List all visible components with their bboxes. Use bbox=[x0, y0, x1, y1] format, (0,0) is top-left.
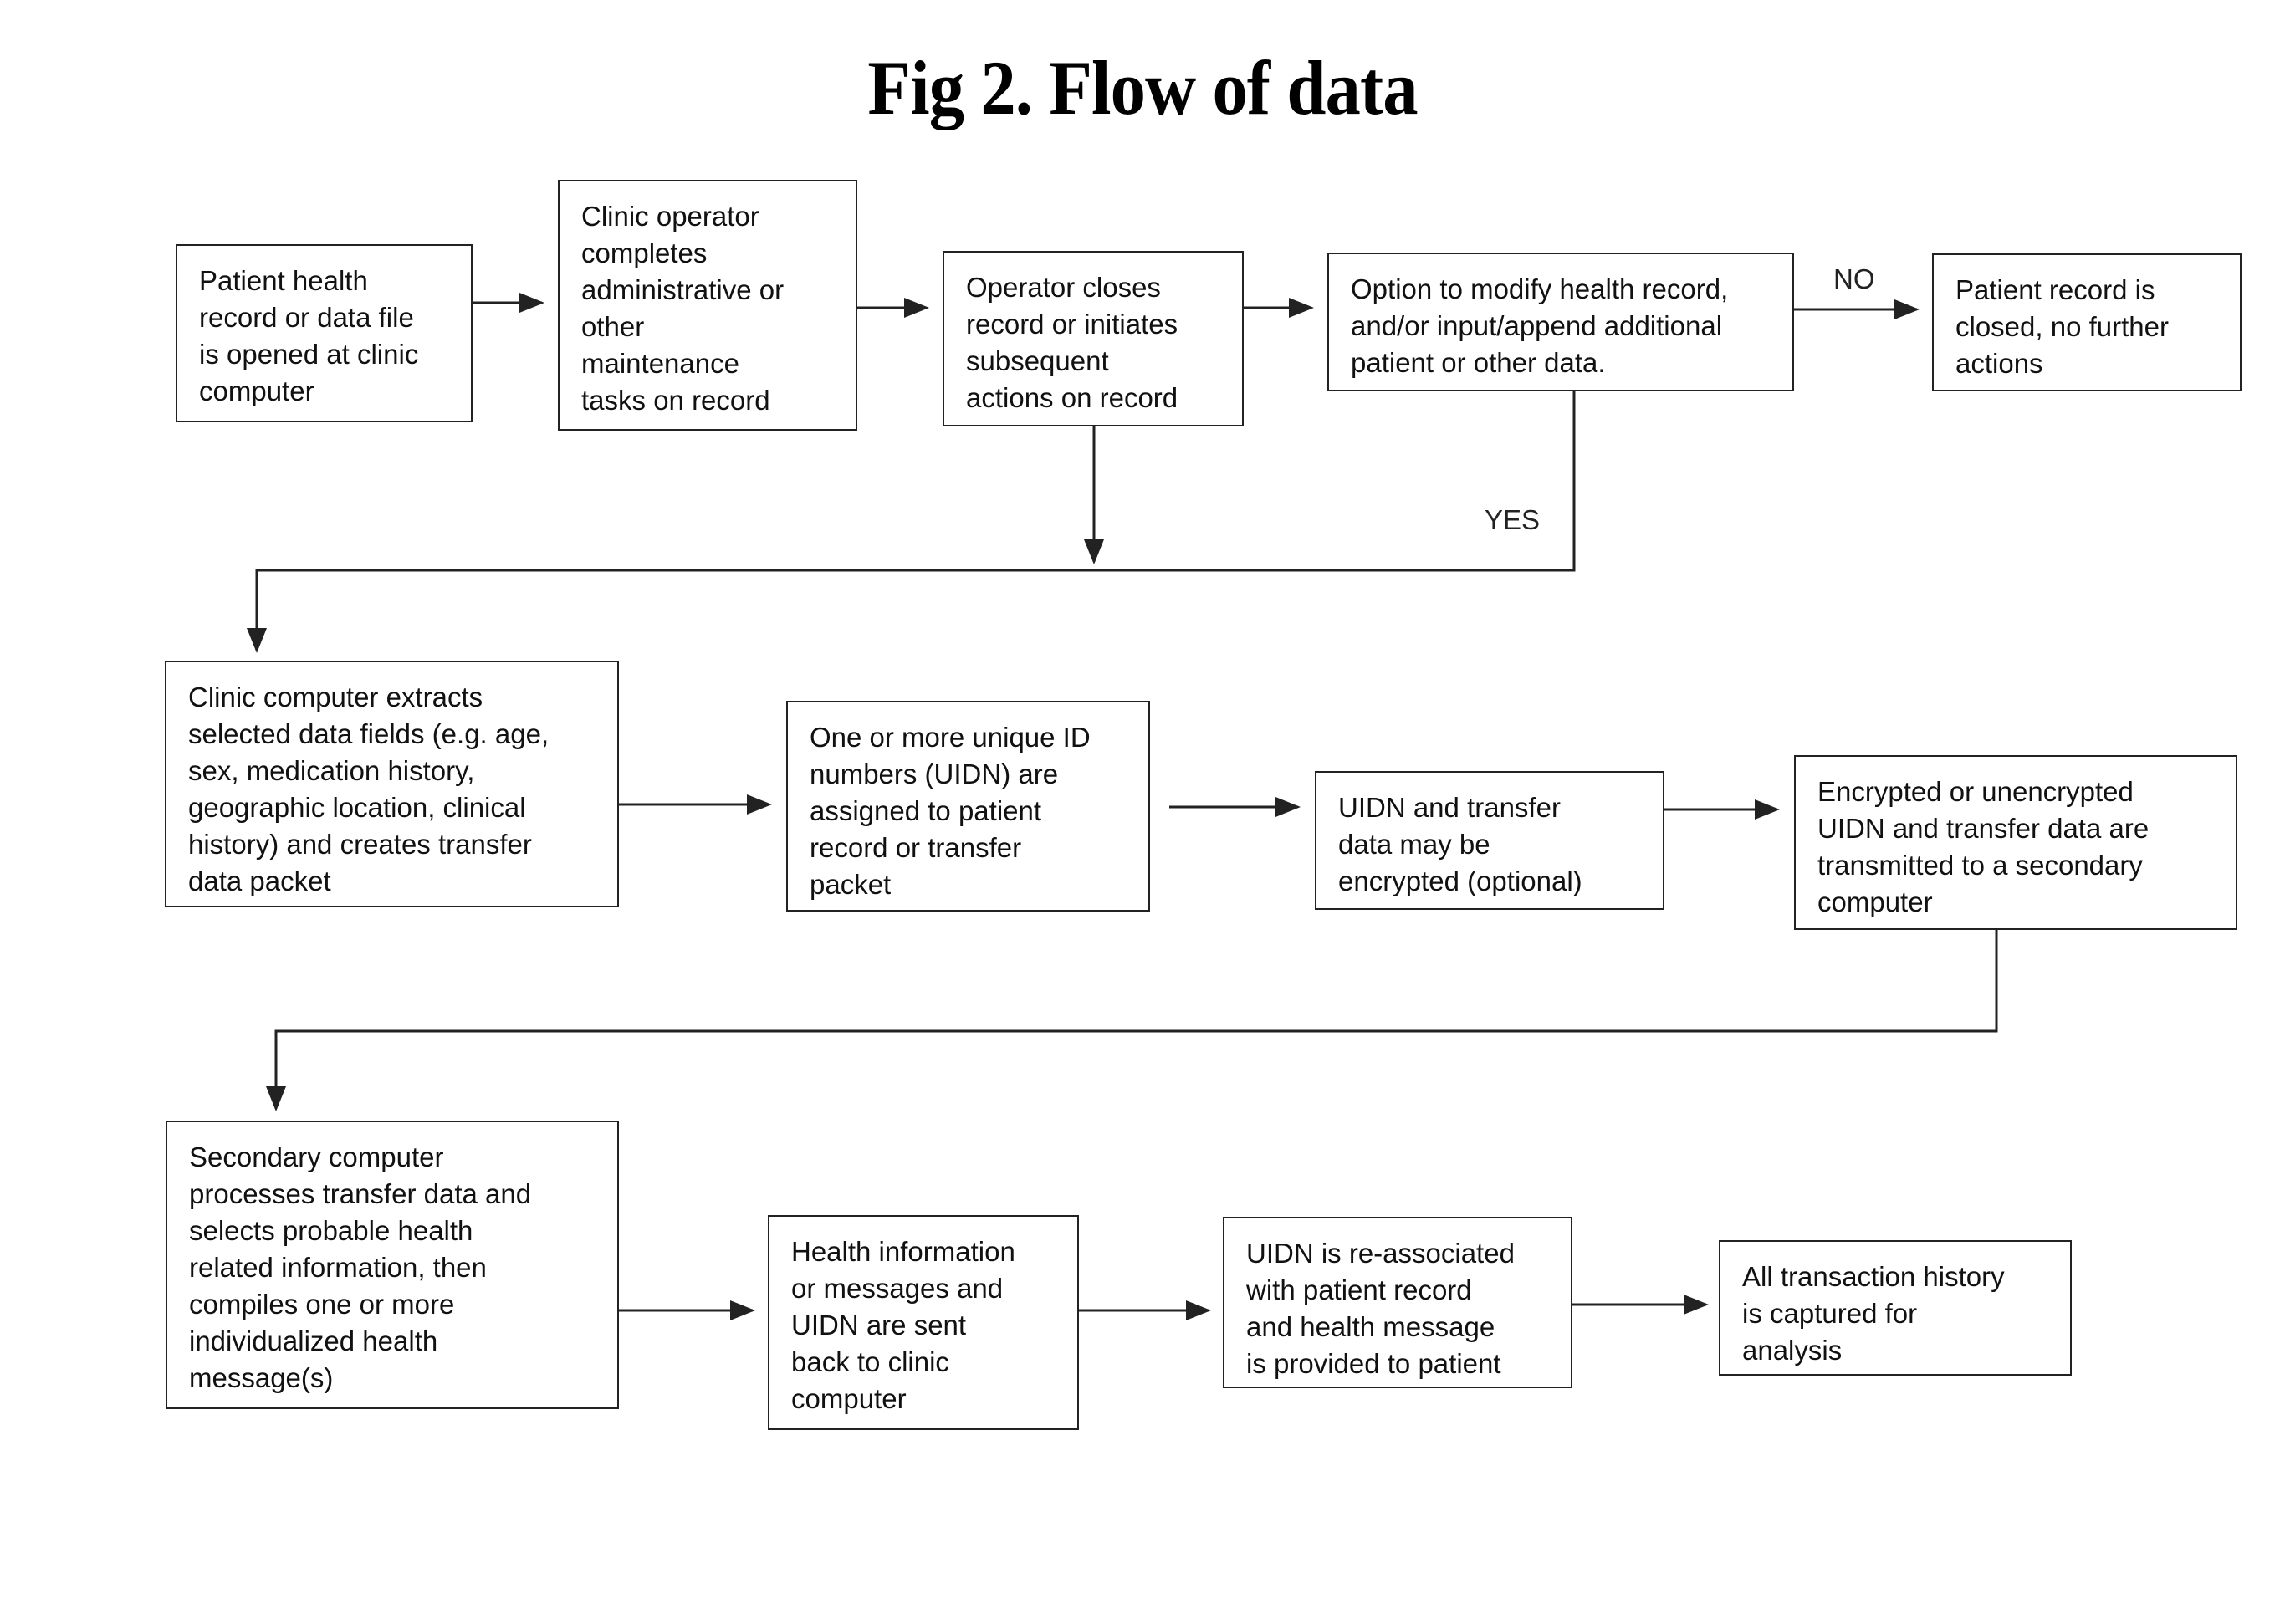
node-text: Option to modify health record, and/or i… bbox=[1351, 273, 1729, 378]
node-extract-fields: Clinic computer extracts selected data f… bbox=[165, 661, 619, 907]
edge-label-no: NO bbox=[1833, 263, 1875, 294]
edge-n4-yes bbox=[247, 391, 1576, 653]
node-text: Secondary computer processes transfer da… bbox=[189, 1141, 532, 1393]
edge-n9-n10 bbox=[266, 930, 1998, 1111]
node-open-record: Patient health record or data file is op… bbox=[176, 244, 473, 422]
node-text: One or more unique ID numbers (UIDN) are… bbox=[810, 722, 1091, 900]
edge-label-yes: YES bbox=[1485, 504, 1541, 535]
node-text: All transaction history is captured for … bbox=[1742, 1261, 2005, 1366]
node-option-modify: Option to modify health record, and/or i… bbox=[1327, 253, 1794, 391]
node-history-captured: All transaction history is captured for … bbox=[1719, 1240, 2072, 1376]
node-text: Patient health record or data file is op… bbox=[199, 265, 419, 406]
node-send-back: Health information or messages and UIDN … bbox=[768, 1215, 1079, 1430]
node-operator-closes: Operator closes record or initiates subs… bbox=[943, 251, 1244, 426]
node-text: UIDN is re-associated with patient recor… bbox=[1246, 1238, 1515, 1379]
node-text: Patient record is closed, no further act… bbox=[1955, 274, 2169, 379]
node-operator-tasks: Clinic operator completes administrative… bbox=[558, 180, 857, 431]
node-assign-uidn: One or more unique ID numbers (UIDN) are… bbox=[786, 701, 1150, 912]
node-text: Encrypted or unencrypted UIDN and transf… bbox=[1817, 776, 2150, 917]
node-encrypt-optional: UIDN and transfer data may be encrypted … bbox=[1315, 771, 1664, 910]
node-text: Clinic computer extracts selected data f… bbox=[188, 682, 550, 896]
node-transmit-secondary: Encrypted or unencrypted UIDN and transf… bbox=[1794, 755, 2237, 930]
node-text: Clinic operator completes administrative… bbox=[581, 201, 785, 416]
node-text: UIDN and transfer data may be encrypted … bbox=[1338, 792, 1582, 896]
node-text: Operator closes record or initiates subs… bbox=[966, 272, 1178, 413]
node-record-closed: Patient record is closed, no further act… bbox=[1932, 253, 2242, 391]
node-secondary-processes: Secondary computer processes transfer da… bbox=[166, 1121, 619, 1409]
node-reassociate: UIDN is re-associated with patient recor… bbox=[1223, 1217, 1572, 1388]
node-text: Health information or messages and UIDN … bbox=[791, 1236, 1015, 1414]
